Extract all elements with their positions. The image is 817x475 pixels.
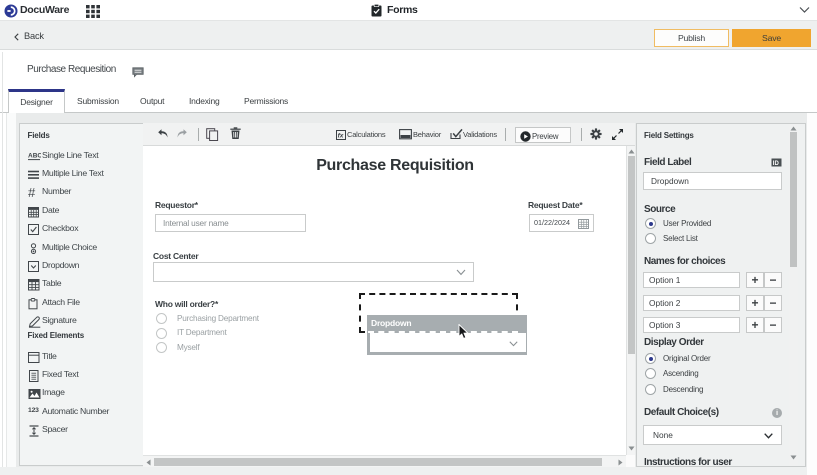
svg-text:ABC: ABC	[28, 153, 41, 160]
svg-text:fx: fx	[338, 133, 344, 140]
svg-text:ID: ID	[773, 161, 780, 167]
